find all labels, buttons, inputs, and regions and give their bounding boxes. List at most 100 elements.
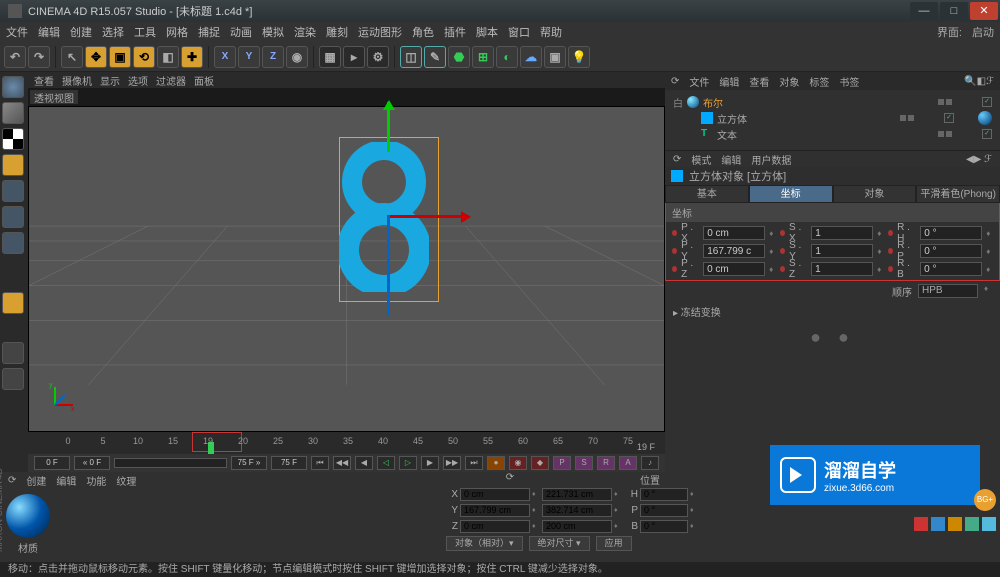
om-view[interactable]: 查看 [749,74,769,89]
vp-view[interactable]: 查看 [34,73,54,88]
menu-select[interactable]: 选择 [102,24,124,40]
x-axis-lock[interactable]: X [214,46,236,68]
move-tool[interactable]: ✥ [85,46,107,68]
record-button[interactable]: ● [487,456,505,470]
menu-sculpt[interactable]: 雕刻 [326,24,348,40]
timeline-ruler[interactable]: 19 F 05101519202530354045505560657075 [28,432,665,454]
workplane-icon[interactable] [2,154,24,176]
tray-icon[interactable] [965,517,979,531]
tab-coord[interactable]: 坐标 [749,185,833,203]
model-mode-icon[interactable] [2,76,24,98]
object-row-bool[interactable]: 白 布尔 ✓ [673,94,992,110]
menu-create[interactable]: 创建 [70,24,92,40]
play-back-button[interactable]: ◁ [377,456,395,470]
attr-userdata[interactable]: 用户数据 [751,152,791,167]
autokey-button[interactable]: ◉ [509,456,527,470]
next-frame-button[interactable]: ▶ [421,456,439,470]
point-mode-icon[interactable] [2,180,24,202]
menu-file[interactable]: 文件 [6,24,28,40]
menu-tools[interactable]: 工具 [134,24,156,40]
cp-pos-x[interactable] [460,488,530,501]
goto-start-button[interactable]: ⏮ [311,456,329,470]
y-axis-lock[interactable]: Y [238,46,260,68]
cp-dim-x[interactable] [542,488,612,501]
recent-tool[interactable]: ◧ [157,46,179,68]
key-rot-button[interactable]: R [597,456,615,470]
om-object[interactable]: 对象 [779,74,799,89]
locked-icon[interactable] [2,368,24,390]
prev-key-button[interactable]: ◀◀ [333,456,351,470]
pos-y-field[interactable] [703,244,765,258]
object-row-text[interactable]: T 文本 ✓ [673,126,992,142]
environment-button[interactable]: ☁ [520,46,542,68]
om-file[interactable]: 文件 [689,74,709,89]
menu-render[interactable]: 渲染 [294,24,316,40]
menu-window[interactable]: 窗口 [508,24,530,40]
scale-x-field[interactable] [811,226,873,240]
tab-basic[interactable]: 基本 [665,185,749,203]
freeze-transform[interactable]: ▸ 冻结变换 [665,302,1000,321]
cp-dim-z[interactable] [542,520,612,533]
cp-rot-p[interactable] [640,504,688,517]
frame-start-field[interactable]: 0 F [34,456,70,470]
camera-button[interactable]: ▣ [544,46,566,68]
pos-x-field[interactable] [703,226,765,240]
close-button[interactable]: ✕ [970,2,998,20]
tab-phong[interactable]: 平滑着色(Phong) [916,185,1000,203]
menu-script[interactable]: 脚本 [476,24,498,40]
z-axis-gizmo[interactable] [387,215,390,315]
vp-camera[interactable]: 摄像机 [62,73,92,88]
light-button[interactable]: 💡 [568,46,590,68]
undo-button[interactable]: ↶ [4,46,26,68]
render-view-button[interactable]: ▦ [319,46,341,68]
mat-edit[interactable]: 编辑 [56,473,76,488]
next-key-button[interactable]: ▶▶ [443,456,461,470]
scale-z-field[interactable] [811,262,873,276]
mat-texture[interactable]: 纹理 [116,473,136,488]
rot-b-field[interactable] [920,262,982,276]
vp-options[interactable]: 选项 [128,73,148,88]
key-param-button[interactable]: A [619,456,637,470]
tab-object[interactable]: 对象 [833,185,917,203]
coord-system-button[interactable]: ◉ [286,46,308,68]
om-tags[interactable]: 标签 [809,74,829,89]
coord-space-select[interactable]: 对象（相对）▾ [446,536,523,551]
edge-mode-icon[interactable] [2,206,24,228]
tray-icon[interactable] [931,517,945,531]
rot-p-field[interactable] [920,244,982,258]
cp-rot-h[interactable] [640,488,688,501]
size-mode-select[interactable]: 绝对尺寸 ▾ [529,536,590,551]
mat-create[interactable]: 创建 [26,473,46,488]
layout-select[interactable]: 启动 [972,24,994,40]
vp-filter[interactable]: 过滤器 [156,73,186,88]
key-pos-button[interactable]: P [553,456,571,470]
object-manager[interactable]: 白 布尔 ✓ 立方体 ✓ T 文本 ✓ [665,90,1000,150]
menu-mograph[interactable]: 运动图形 [358,24,402,40]
render-settings-button[interactable]: ⚙ [367,46,389,68]
tray-icon[interactable] [982,517,996,531]
object-row-cube[interactable]: 立方体 ✓ [673,110,992,126]
goto-end-button[interactable]: ⏭ [465,456,483,470]
mat-function[interactable]: 功能 [86,473,106,488]
texture-mode-icon[interactable] [2,128,24,150]
rotate-tool[interactable]: ⟲ [133,46,155,68]
cp-pos-y[interactable] [460,504,530,517]
select-tool[interactable]: ↖ [61,46,83,68]
menu-mesh[interactable]: 网格 [166,24,188,40]
redo-button[interactable]: ↷ [28,46,50,68]
menu-plugins[interactable]: 插件 [444,24,466,40]
play-button[interactable]: ▷ [399,456,417,470]
pos-z-field[interactable] [703,262,765,276]
spline-tool[interactable]: ✎ [424,46,446,68]
vp-panel[interactable]: 面板 [194,73,214,88]
cp-rot-b[interactable] [640,520,688,533]
polygon-mode-icon[interactable] [2,232,24,254]
scale-y-field[interactable] [811,244,873,258]
resize-handle-icon[interactable]: ● ● [665,321,1000,354]
material-swatch[interactable]: 材质 [6,494,50,555]
range-slider[interactable] [114,458,227,468]
y-axis-gizmo[interactable] [387,102,390,152]
sound-button[interactable]: ♪ [641,456,659,470]
menu-character[interactable]: 角色 [412,24,434,40]
rotation-order-select[interactable]: HPB [918,284,978,298]
